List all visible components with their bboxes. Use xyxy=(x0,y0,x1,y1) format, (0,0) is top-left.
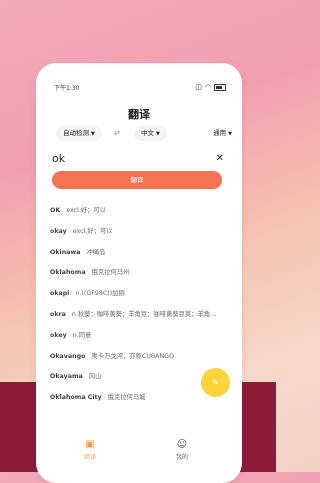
suggestion-word: Okavango xyxy=(50,352,86,360)
search-input[interactable]: ok xyxy=(52,152,65,165)
suggestion-word: Oklahoma City xyxy=(50,394,102,402)
phone-screen: 下午1:30 ◫ ◠ 翻译 自动检测 ▼ ⇄ 中文 ▼ 通用 ▼ ok ✕ 翻译 OK… xyxy=(36,63,242,483)
language-bar: 自动检测 ▼ ⇄ 中文 ▼ 通用 ▼ xyxy=(48,126,232,142)
suggestion-meaning: excl.好；可以 xyxy=(66,207,107,214)
close-icon[interactable]: ✕ xyxy=(216,153,224,164)
target-language-select[interactable]: 中文 ▼ xyxy=(134,126,167,141)
list-item[interactable]: Oklahoma City 俄克拉何马城 xyxy=(50,392,234,413)
page-title: 翻译 xyxy=(128,108,150,121)
list-item[interactable]: Okavango 奥卡万戈河，亦称CUBANGO xyxy=(50,351,234,372)
camera-icon: ✎ xyxy=(212,378,219,387)
list-item[interactable]: okay excl.好；可以 xyxy=(50,226,234,247)
target-language-label: 中文 xyxy=(141,129,154,137)
chevron-down-icon: ▼ xyxy=(91,131,95,137)
suggestion-word: Oklahoma xyxy=(50,269,86,277)
suggestion-meaning: 俄克拉何马城 xyxy=(107,394,146,402)
chevron-down-icon: ▼ xyxy=(228,131,232,137)
suggestion-word: okapi xyxy=(50,290,70,298)
suggestion-word: Okinawa xyxy=(50,248,81,256)
suggestion-meaning: 冈山 xyxy=(88,373,102,381)
suggestion-word: okey xyxy=(50,331,67,339)
source-language-label: 自动检测 xyxy=(63,129,89,137)
suggestion-meaning: excl.好；可以 xyxy=(72,227,113,235)
swap-icon[interactable]: ⇄ xyxy=(114,129,120,137)
battery-icon xyxy=(214,83,226,91)
suggestion-word: Okayama xyxy=(50,373,83,381)
suggestion-word: okay xyxy=(50,227,67,235)
suggestion-meaning: 奥卡万戈河，亦称CUBANGO xyxy=(91,352,175,360)
suggestion-word: OK xyxy=(50,207,61,214)
status-icons: ◫ ◠ xyxy=(195,83,226,91)
list-item[interactable]: okra n.秋葵；咖啡黄葵；羊角豆；咖啡黄葵豆荚；羊角… xyxy=(50,309,234,330)
suggestion-meaning: n.同意 xyxy=(72,331,92,339)
list-item[interactable]: okapi n.((GF98C))加猕 xyxy=(50,288,234,309)
alarm-icon: ◫ xyxy=(195,83,202,91)
camera-fab-button[interactable]: ✎ xyxy=(201,368,230,397)
status-bar: 下午1:30 ◫ ◠ xyxy=(54,83,226,95)
watermark: 易掌助手·EEDSHIZ.COM xyxy=(50,449,226,465)
list-item[interactable]: OK excl.好；可以 xyxy=(50,205,234,226)
wifi-icon: ◠ xyxy=(204,83,211,91)
translate-button[interactable]: 翻译 xyxy=(52,171,222,189)
suggestion-meaning: n.秋葵；咖啡黄葵；羊角豆；咖啡黄葵豆荚；羊角… xyxy=(71,310,217,318)
suggestion-meaning: 冲绳岛 xyxy=(86,248,106,256)
mode-select[interactable]: 通用 ▼ xyxy=(213,126,232,141)
suggestion-word: okra xyxy=(50,310,66,318)
list-item[interactable]: okey n.同意 xyxy=(50,330,234,351)
suggestion-meaning: n.((GF98C))加猕 xyxy=(75,290,125,298)
list-item[interactable]: Okinawa 冲绳岛 xyxy=(50,247,234,268)
list-item[interactable]: Oklahoma 俄克拉何马州 xyxy=(50,267,234,288)
search-row: ok ✕ xyxy=(52,152,224,168)
chevron-down-icon: ▼ xyxy=(156,131,160,137)
mode-label: 通用 xyxy=(213,129,227,137)
status-time: 下午1:30 xyxy=(54,85,80,92)
source-language-select[interactable]: 自动检测 ▼ xyxy=(56,126,102,141)
suggestion-meaning: 俄克拉何马州 xyxy=(91,269,130,277)
